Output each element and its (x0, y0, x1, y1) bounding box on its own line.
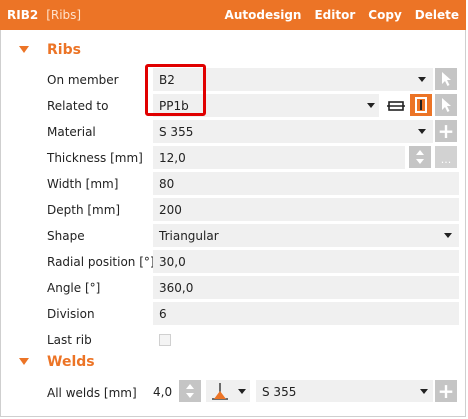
chevron-down-icon[interactable] (444, 233, 452, 238)
width-input[interactable]: 80 (153, 172, 459, 195)
material-label: Material (47, 125, 96, 139)
shape-label: Shape (47, 229, 85, 243)
row-on-member: On member B2 (1, 67, 465, 93)
width-label: Width [mm] (47, 177, 119, 191)
weld-type-select[interactable] (206, 380, 250, 402)
weld-size-stepper[interactable] (179, 380, 201, 402)
plus-icon: + (437, 119, 455, 143)
angle-input[interactable]: 360,0 (153, 276, 459, 299)
thickness-value: 12,0 (159, 151, 186, 165)
collapse-caret-icon[interactable] (19, 46, 29, 53)
section-ribs[interactable]: Ribs (1, 39, 465, 65)
cursor-icon (442, 72, 451, 86)
weld-material-select[interactable]: S 355 (256, 380, 433, 402)
swap-button[interactable] (385, 97, 407, 115)
fillet-weld-icon (212, 383, 228, 400)
material-value: S 355 (159, 125, 194, 139)
row-width: Width [mm] 80 (1, 171, 465, 197)
editor-button[interactable]: Editor (314, 8, 355, 22)
chevron-down-icon[interactable] (367, 103, 375, 108)
component-name: RIB2 (7, 8, 39, 22)
thickness-more-button[interactable]: ... (435, 146, 457, 168)
row-material: Material S 355 + (1, 119, 465, 145)
add-weld-material-button[interactable]: + (435, 380, 457, 402)
material-select[interactable]: S 355 (153, 120, 433, 143)
depth-value: 200 (159, 203, 182, 217)
radial-position-value: 30,0 (159, 255, 186, 269)
copy-button[interactable]: Copy (368, 8, 401, 22)
pick-member-button[interactable] (435, 68, 457, 90)
shape-value: Triangular (159, 229, 219, 243)
chevron-down-icon[interactable] (238, 389, 246, 394)
component-type: [Ribs] (46, 8, 82, 22)
all-welds-label: All welds [mm] (47, 386, 137, 400)
section-welds[interactable]: Welds (1, 351, 465, 377)
row-division: Division 6 (1, 301, 465, 327)
ellipsis-icon: ... (440, 153, 452, 166)
row-all-welds: All welds [mm] 4,0 S 355 + (1, 378, 465, 404)
shape-select[interactable]: Triangular (153, 224, 459, 247)
division-input[interactable]: 6 (153, 302, 459, 325)
thickness-stepper[interactable] (409, 146, 431, 168)
title-actions: Autodesign Editor Copy Delete (212, 8, 466, 22)
autodesign-button[interactable]: Autodesign (225, 8, 302, 22)
row-radial-position: Radial position [°] 30,0 (1, 249, 465, 275)
related-to-label: Related to (47, 99, 109, 113)
radial-position-input[interactable]: 30,0 (153, 250, 459, 273)
swap-plates-icon (387, 101, 405, 111)
collapse-caret-icon[interactable] (19, 358, 29, 365)
last-rib-checkbox[interactable] (159, 334, 171, 346)
selection-highlight (145, 64, 206, 116)
delete-button[interactable]: Delete (415, 8, 459, 22)
pick-related-button[interactable] (435, 94, 457, 116)
width-value: 80 (159, 177, 175, 191)
row-thickness: Thickness [mm] 12,0 ... (1, 145, 465, 171)
row-related-to: Related to PP1b (1, 93, 465, 119)
section-ribs-title: Ribs (47, 42, 81, 58)
row-shape: Shape Triangular (1, 223, 465, 249)
chevron-down-icon[interactable] (418, 77, 426, 82)
angle-label: Angle [°] (47, 281, 101, 295)
depth-label: Depth [mm] (47, 203, 121, 217)
section-welds-title: Welds (47, 354, 95, 370)
thickness-input[interactable]: 12,0 (153, 146, 405, 169)
angle-value: 360,0 (159, 281, 194, 295)
properties-panel: Ribs On member B2 Related to PP1b Materi… (0, 30, 466, 417)
plate-icon (415, 97, 427, 113)
division-label: Division (47, 307, 95, 321)
up-down-arrows-icon (416, 150, 424, 164)
depth-input[interactable]: 200 (153, 198, 459, 221)
row-angle: Angle [°] 360,0 (1, 275, 465, 301)
up-down-arrows-icon (186, 384, 194, 398)
chevron-down-icon[interactable] (420, 389, 428, 394)
row-depth: Depth [mm] 200 (1, 197, 465, 223)
chevron-down-icon[interactable] (418, 129, 426, 134)
add-material-button[interactable]: + (435, 120, 457, 142)
on-member-label: On member (47, 73, 119, 87)
title-bar: RIB2 [Ribs] Autodesign Editor Copy Delet… (0, 0, 466, 30)
last-rib-label: Last rib (47, 333, 92, 347)
division-value: 6 (159, 307, 167, 321)
plus-icon: + (437, 379, 455, 403)
plate-selected-button[interactable] (410, 94, 432, 116)
thickness-label: Thickness [mm] (47, 151, 143, 165)
row-last-rib: Last rib (1, 327, 465, 353)
cursor-icon (442, 98, 451, 112)
weld-material-value: S 355 (262, 385, 297, 399)
radial-position-label: Radial position [°] (47, 255, 155, 269)
weld-size-value[interactable]: 4,0 (153, 385, 172, 399)
